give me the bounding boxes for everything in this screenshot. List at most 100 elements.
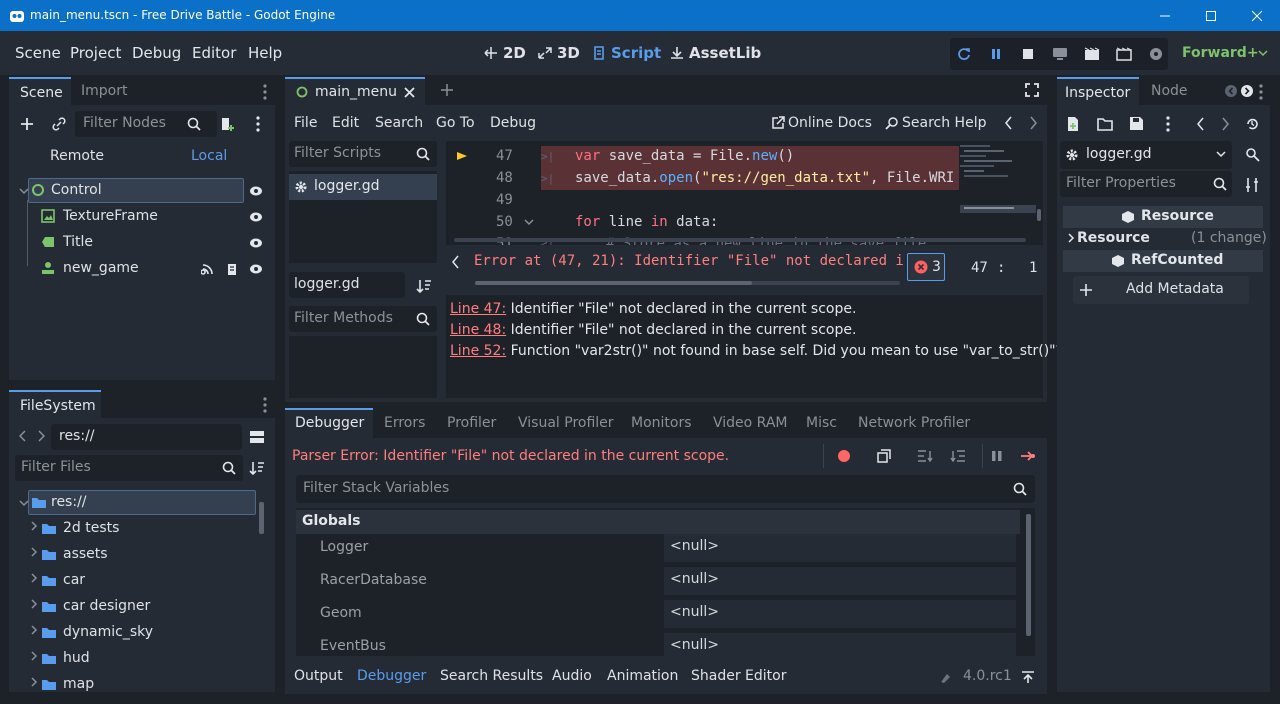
scrollbar-thumb[interactable] bbox=[259, 502, 264, 534]
dock-menu-icon[interactable] bbox=[263, 84, 267, 100]
continue-icon[interactable] bbox=[1020, 450, 1036, 462]
save-icon[interactable] bbox=[1129, 116, 1144, 131]
split-view-icon[interactable] bbox=[249, 430, 265, 444]
history-forward-icon[interactable] bbox=[1221, 117, 1229, 131]
step-over-icon[interactable] bbox=[950, 449, 966, 463]
fs-item-2d-tests[interactable]: 2d tests bbox=[63, 520, 119, 536]
status-scrollbar[interactable] bbox=[475, 281, 900, 285]
history-forward-icon[interactable] bbox=[1029, 116, 1037, 130]
tab-filesystem[interactable]: FileSystem bbox=[9, 390, 101, 418]
resource-section[interactable]: Resource bbox=[1077, 230, 1150, 246]
bottom-tab-output[interactable]: Output bbox=[294, 668, 343, 684]
tab-network-profiler[interactable]: Network Profiler bbox=[858, 415, 970, 431]
fs-row-root[interactable]: res:// bbox=[28, 490, 256, 515]
expand-arrow-icon[interactable] bbox=[30, 677, 38, 687]
bottom-tab-animation[interactable]: Animation bbox=[607, 668, 678, 684]
tab-monitors[interactable]: Monitors bbox=[631, 415, 692, 431]
fold-arrow-icon[interactable] bbox=[524, 219, 534, 227]
object-history-icon[interactable] bbox=[1245, 117, 1259, 131]
reload-scene-icon[interactable] bbox=[950, 43, 978, 65]
property-tools-icon[interactable] bbox=[1245, 177, 1259, 193]
search-help-button[interactable]: Search Help bbox=[885, 115, 986, 131]
stop-icon[interactable] bbox=[1014, 43, 1042, 65]
tab-scene[interactable]: Scene bbox=[9, 77, 71, 105]
menu-debug[interactable]: Debug bbox=[132, 44, 181, 62]
bottom-tab-shader-editor[interactable]: Shader Editor bbox=[691, 668, 786, 684]
menu-project[interactable]: Project bbox=[70, 44, 121, 62]
script-attached-icon[interactable] bbox=[225, 262, 239, 276]
tab-video-ram[interactable]: Video RAM bbox=[713, 415, 788, 431]
tab-visual-profiler[interactable]: Visual Profiler bbox=[518, 415, 614, 431]
expand-arrow-icon[interactable] bbox=[30, 547, 38, 557]
variables-scrollbar-thumb[interactable] bbox=[1026, 514, 1031, 636]
close-tab-icon[interactable] bbox=[404, 87, 415, 98]
minimize-button[interactable] bbox=[1142, 0, 1188, 31]
remote-debug-icon[interactable] bbox=[1046, 43, 1074, 65]
filter-properties-input[interactable]: Filter Properties bbox=[1060, 171, 1232, 197]
scene-options-icon[interactable] bbox=[256, 116, 260, 132]
tab-import[interactable]: Import bbox=[81, 83, 127, 99]
tab-errors[interactable]: Errors bbox=[384, 415, 425, 431]
break-icon[interactable] bbox=[991, 450, 1003, 462]
script-list-item[interactable]: logger.gd bbox=[289, 174, 437, 200]
filter-files-input[interactable]: Filter Files bbox=[15, 455, 243, 481]
minimap[interactable] bbox=[960, 141, 1040, 223]
var-value-field[interactable]: <null> bbox=[664, 600, 1016, 628]
tree-row-control[interactable]: Control bbox=[28, 178, 244, 203]
bottom-tab-search-results[interactable]: Search Results bbox=[440, 668, 543, 684]
sort-methods-icon[interactable] bbox=[416, 278, 432, 294]
menu-help[interactable]: Help bbox=[248, 44, 282, 62]
script-menu-search[interactable]: Search bbox=[375, 115, 423, 131]
sort-icon[interactable] bbox=[249, 460, 265, 476]
var-value-field[interactable]: <null> bbox=[664, 534, 1016, 562]
script-menu-goto[interactable]: Go To bbox=[436, 115, 475, 131]
tab-inspector[interactable]: Inspector bbox=[1057, 77, 1139, 105]
editor-hscrollbar[interactable] bbox=[454, 238, 1026, 242]
visibility-eye-icon[interactable] bbox=[249, 211, 263, 223]
online-docs-button[interactable]: Online Docs bbox=[771, 115, 872, 131]
record-icon[interactable] bbox=[838, 450, 850, 462]
attach-script-icon[interactable] bbox=[217, 115, 237, 133]
new-resource-icon[interactable] bbox=[1066, 116, 1080, 132]
node-label[interactable]: TextureFrame bbox=[63, 208, 158, 224]
history-back-icon[interactable] bbox=[1197, 117, 1205, 131]
error-line-link[interactable]: Line 52: bbox=[450, 343, 506, 359]
tab-profiler[interactable]: Profiler bbox=[447, 415, 496, 431]
workspace-2d-button[interactable]: 2D bbox=[483, 44, 526, 62]
tab-node[interactable]: Node bbox=[1151, 83, 1188, 99]
add-node-icon[interactable] bbox=[17, 115, 37, 133]
expand-arrow-icon[interactable] bbox=[30, 625, 38, 635]
node-label[interactable]: Title bbox=[63, 234, 93, 250]
script-menu-edit[interactable]: Edit bbox=[332, 115, 359, 131]
object-properties-icon[interactable] bbox=[1245, 147, 1261, 163]
fs-item-dynamic-sky[interactable]: dynamic_sky bbox=[63, 624, 153, 640]
run-custom-scene-icon[interactable] bbox=[1110, 43, 1138, 65]
workspace-script-button[interactable]: Script bbox=[591, 44, 661, 62]
add-tab-icon[interactable] bbox=[440, 83, 454, 97]
script-menu-file[interactable]: File bbox=[294, 115, 317, 131]
inspector-options-icon[interactable] bbox=[1166, 116, 1170, 132]
dock-left-icon[interactable] bbox=[1225, 85, 1237, 97]
close-button[interactable] bbox=[1234, 0, 1280, 31]
expand-arrow-icon[interactable] bbox=[30, 573, 38, 583]
tab-misc[interactable]: Misc bbox=[806, 415, 837, 431]
tab-main-menu[interactable]: main_menu bbox=[285, 77, 425, 105]
workspace-3d-button[interactable]: 3D bbox=[537, 44, 580, 62]
history-back-icon[interactable] bbox=[1005, 116, 1013, 130]
copy-icon[interactable] bbox=[877, 449, 891, 463]
expand-arrow-icon[interactable] bbox=[1067, 233, 1075, 243]
error-line-link[interactable]: Line 47: bbox=[450, 301, 506, 317]
local-tab[interactable]: Local bbox=[191, 148, 227, 164]
step-into-icon[interactable] bbox=[917, 449, 933, 463]
forward-arrow-icon[interactable] bbox=[37, 430, 45, 442]
fs-item-hud[interactable]: hud bbox=[63, 650, 90, 666]
expand-panel-icon[interactable] bbox=[1021, 670, 1035, 684]
editor-scrollbar-thumb[interactable] bbox=[1037, 209, 1041, 221]
filter-methods-input[interactable]: Filter Methods bbox=[289, 306, 437, 332]
object-selector[interactable]: logger.gd bbox=[1060, 141, 1232, 169]
error-line-link[interactable]: Line 48: bbox=[450, 322, 506, 338]
globals-section-header[interactable]: Globals bbox=[296, 510, 1020, 534]
bottom-tab-audio[interactable]: Audio bbox=[552, 668, 592, 684]
dock-right-icon[interactable] bbox=[1241, 85, 1253, 97]
back-arrow-icon[interactable] bbox=[19, 430, 27, 442]
